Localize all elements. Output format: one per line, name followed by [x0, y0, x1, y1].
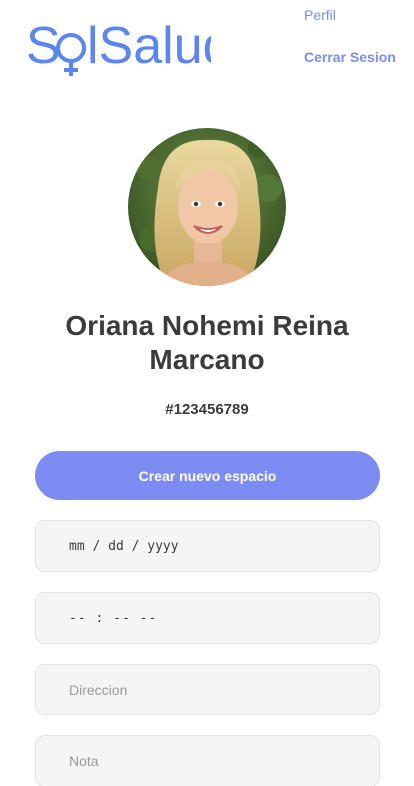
- create-space-button[interactable]: Crear nuevo espacio: [35, 451, 380, 500]
- nav-profile-link[interactable]: Perfil: [304, 7, 336, 23]
- app-header: S lSalud Perfil Cerrar Sesion: [0, 0, 414, 90]
- date-placeholder: mm / dd / yyyy: [69, 538, 179, 554]
- avatar: [128, 128, 286, 286]
- nav-logout-link[interactable]: Cerrar Sesion: [304, 49, 396, 65]
- address-input[interactable]: Direccion: [35, 664, 380, 715]
- user-full-name: Oriana Nohemi Reina Marcano: [65, 310, 349, 375]
- date-input[interactable]: mm / dd / yyyy: [35, 520, 380, 572]
- svg-text:lSalud: lSalud: [87, 17, 211, 75]
- time-input[interactable]: -- : -- --: [35, 592, 380, 644]
- time-placeholder: -- : -- --: [69, 610, 158, 626]
- note-placeholder: Nota: [69, 753, 99, 769]
- svg-text:S: S: [26, 17, 61, 75]
- address-placeholder: Direccion: [69, 681, 128, 698]
- note-input[interactable]: Nota: [35, 735, 380, 786]
- solsalud-logo[interactable]: S lSalud: [26, 14, 211, 78]
- user-id: #123456789: [165, 401, 249, 418]
- female-symbol-icon: [56, 33, 86, 76]
